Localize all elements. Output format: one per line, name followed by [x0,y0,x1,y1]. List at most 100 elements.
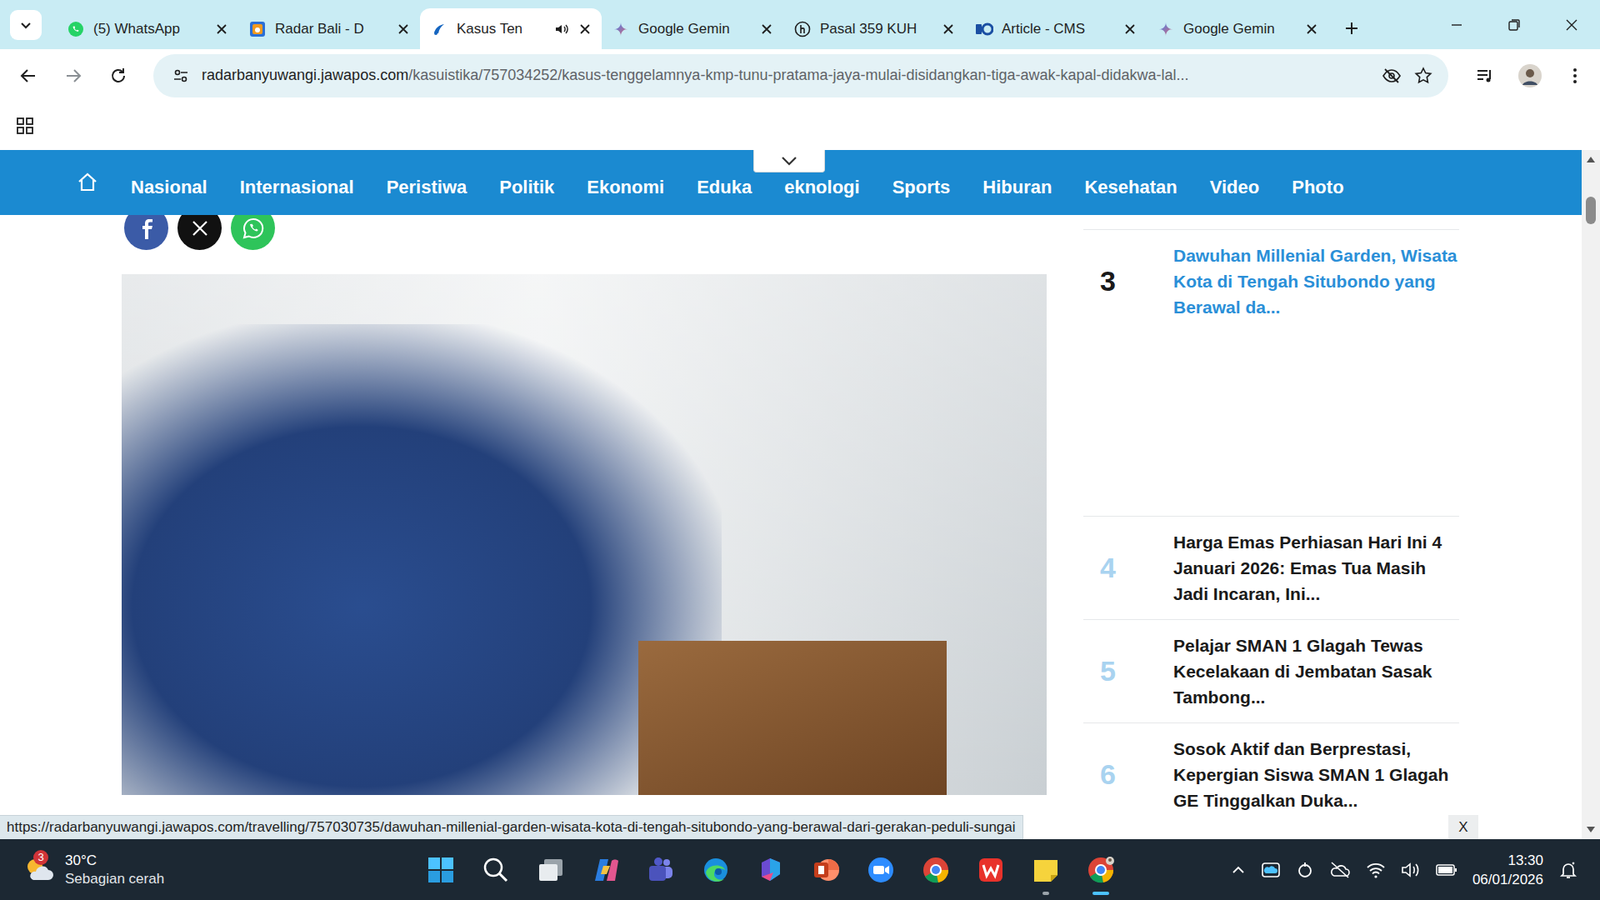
nav-item[interactable]: Ekonomi [586,166,665,199]
notification-bell-icon[interactable] [1558,860,1579,880]
clock-date: 06/01/2026 [1472,870,1544,890]
close-icon[interactable] [215,22,229,36]
popular-item[interactable]: 6 Sosok Aktif dan Berprestasi, Kepergian… [1083,722,1460,826]
browser-tab[interactable]: Radar Bali - D [238,8,420,50]
close-icon[interactable] [578,22,592,36]
x-share-button[interactable] [177,215,222,250]
taskbar-app[interactable] [585,842,626,898]
popular-title[interactable]: Harga Emas Perhiasan Hari Ini 4 Januari … [1173,529,1460,607]
tab-search-button[interactable] [10,10,42,40]
scroll-up-icon[interactable] [1585,155,1596,164]
cms-icon [975,20,994,38]
article-body: 3 Dawuhan Millenial Garden, Wisata Kota … [0,215,1582,826]
close-icon [1565,18,1579,32]
tab-label: Radar Bali - D [275,20,389,38]
jawapos-icon [430,20,448,38]
home-icon[interactable] [76,171,99,194]
scroll-thumb[interactable] [1585,196,1596,225]
taskbar-app[interactable] [1080,842,1121,898]
taskbar-app[interactable] [750,842,791,898]
facebook-share-button[interactable] [124,215,169,250]
media-controls-button[interactable] [1465,55,1505,96]
site-info-icon[interactable] [171,66,190,85]
whatsapp-share-button[interactable] [230,215,275,250]
taskbar-app[interactable] [970,842,1011,898]
close-icon[interactable] [941,22,955,36]
ad-close-button[interactable]: X [1448,815,1479,840]
whatsapp-icon [241,216,265,240]
avatar-icon [1517,63,1543,89]
popular-item[interactable]: 3 Dawuhan Millenial Garden, Wisata Kota … [1083,229,1460,333]
taskbar-app[interactable] [860,842,901,898]
eye-off-icon[interactable] [1381,65,1402,86]
facebook-icon [137,217,156,240]
close-icon[interactable] [1123,22,1137,36]
taskbar-app[interactable] [640,842,681,898]
taskbar-app[interactable] [420,842,461,898]
category-nav: Nasional Internasional Peristiwa Politik Eko… [0,150,1582,215]
nav-item[interactable]: Kesehatan [1084,166,1177,199]
rank-number: 5 [1100,655,1174,688]
cloud-off-icon[interactable] [1329,860,1351,880]
nav-item[interactable]: Photo [1291,166,1344,199]
taskbar-app[interactable] [695,842,736,898]
speaker-icon[interactable] [553,20,570,38]
browser-tab[interactable]: Article - CMS [965,8,1147,50]
scrollbar[interactable] [1581,150,1600,840]
popular-title[interactable]: Pelajar SMAN 1 Glagah Tewas Kecelakaan d… [1173,632,1460,710]
favicon [66,20,85,39]
clock[interactable]: 13:30 06/01/2026 [1472,850,1544,890]
volume-icon[interactable] [1400,860,1421,880]
popular-title[interactable]: Dawuhan Millenial Garden, Wisata Kota di… [1173,242,1460,320]
close-icon[interactable] [1305,22,1319,36]
edge-icon [701,855,730,885]
popular-item[interactable]: 4 Harga Emas Perhiasan Hari Ini 4 Januar… [1083,515,1460,620]
scroll-down-icon[interactable] [1585,825,1596,835]
expand-menu-button[interactable] [753,150,825,173]
star-icon[interactable] [1413,65,1434,86]
chevron-up-icon[interactable] [1230,862,1246,878]
address-bar[interactable]: radarbanyuwangi.jawapos.com/kasuistika/7… [153,54,1449,98]
browser-tab[interactable]: Kasus Ten [420,8,602,50]
close-icon[interactable] [760,22,774,36]
battery-icon[interactable] [1435,863,1458,877]
close-window-button[interactable] [1542,0,1600,50]
browser-tab[interactable]: Google Gemin [601,8,784,50]
wifi-icon[interactable] [1365,860,1386,880]
taskbar-app[interactable] [915,842,956,898]
taskbar-app[interactable] [805,842,846,898]
browser-tab[interactable]: Pasal 359 KUH [783,8,965,50]
popular-title[interactable]: Sosok Aktif dan Berprestasi, Kepergian S… [1173,735,1460,814]
minimize-button[interactable] [1427,0,1485,50]
nav-item[interactable]: Hiburan [982,166,1052,199]
taskbar-app[interactable] [1025,842,1066,898]
nav-item[interactable]: Sports [892,166,951,199]
nav-item[interactable]: Peristiwa [386,166,468,199]
nav-item[interactable]: Politik [499,166,555,199]
restore-button[interactable] [1485,0,1543,50]
sync-icon[interactable] [1295,860,1315,880]
menu-button[interactable] [1555,55,1595,96]
new-tab-button[interactable] [1335,11,1369,45]
nav-item[interactable]: Nasional [130,166,208,199]
onedrive-icon[interactable] [1260,860,1281,880]
clock-time: 13:30 [1507,850,1544,870]
popular-item[interactable]: 5 Pelajar SMAN 1 Glagah Tewas Kecelakaan… [1083,619,1460,723]
plus-icon [1344,20,1360,36]
nav-item[interactable]: Internasional [240,166,355,199]
running-indicator [1092,891,1110,895]
apps-button[interactable] [5,105,45,146]
nav-item[interactable]: Eduka [696,166,752,199]
forward-button[interactable] [53,55,94,96]
close-icon[interactable] [396,22,410,36]
weather-widget[interactable]: 3 30°C Sebagian cerah [0,851,421,889]
profile-button[interactable] [1510,55,1550,96]
taskbar-app[interactable] [530,842,571,898]
taskbar-app[interactable] [475,842,516,898]
browser-tab[interactable]: Google Gemin [1146,8,1329,50]
reload-button[interactable] [98,55,139,96]
browser-tab[interactable]: (5) WhatsApp [56,8,239,50]
back-button[interactable] [8,55,49,96]
chevron-down-icon [780,155,799,167]
nav-item[interactable]: Video [1210,166,1260,199]
